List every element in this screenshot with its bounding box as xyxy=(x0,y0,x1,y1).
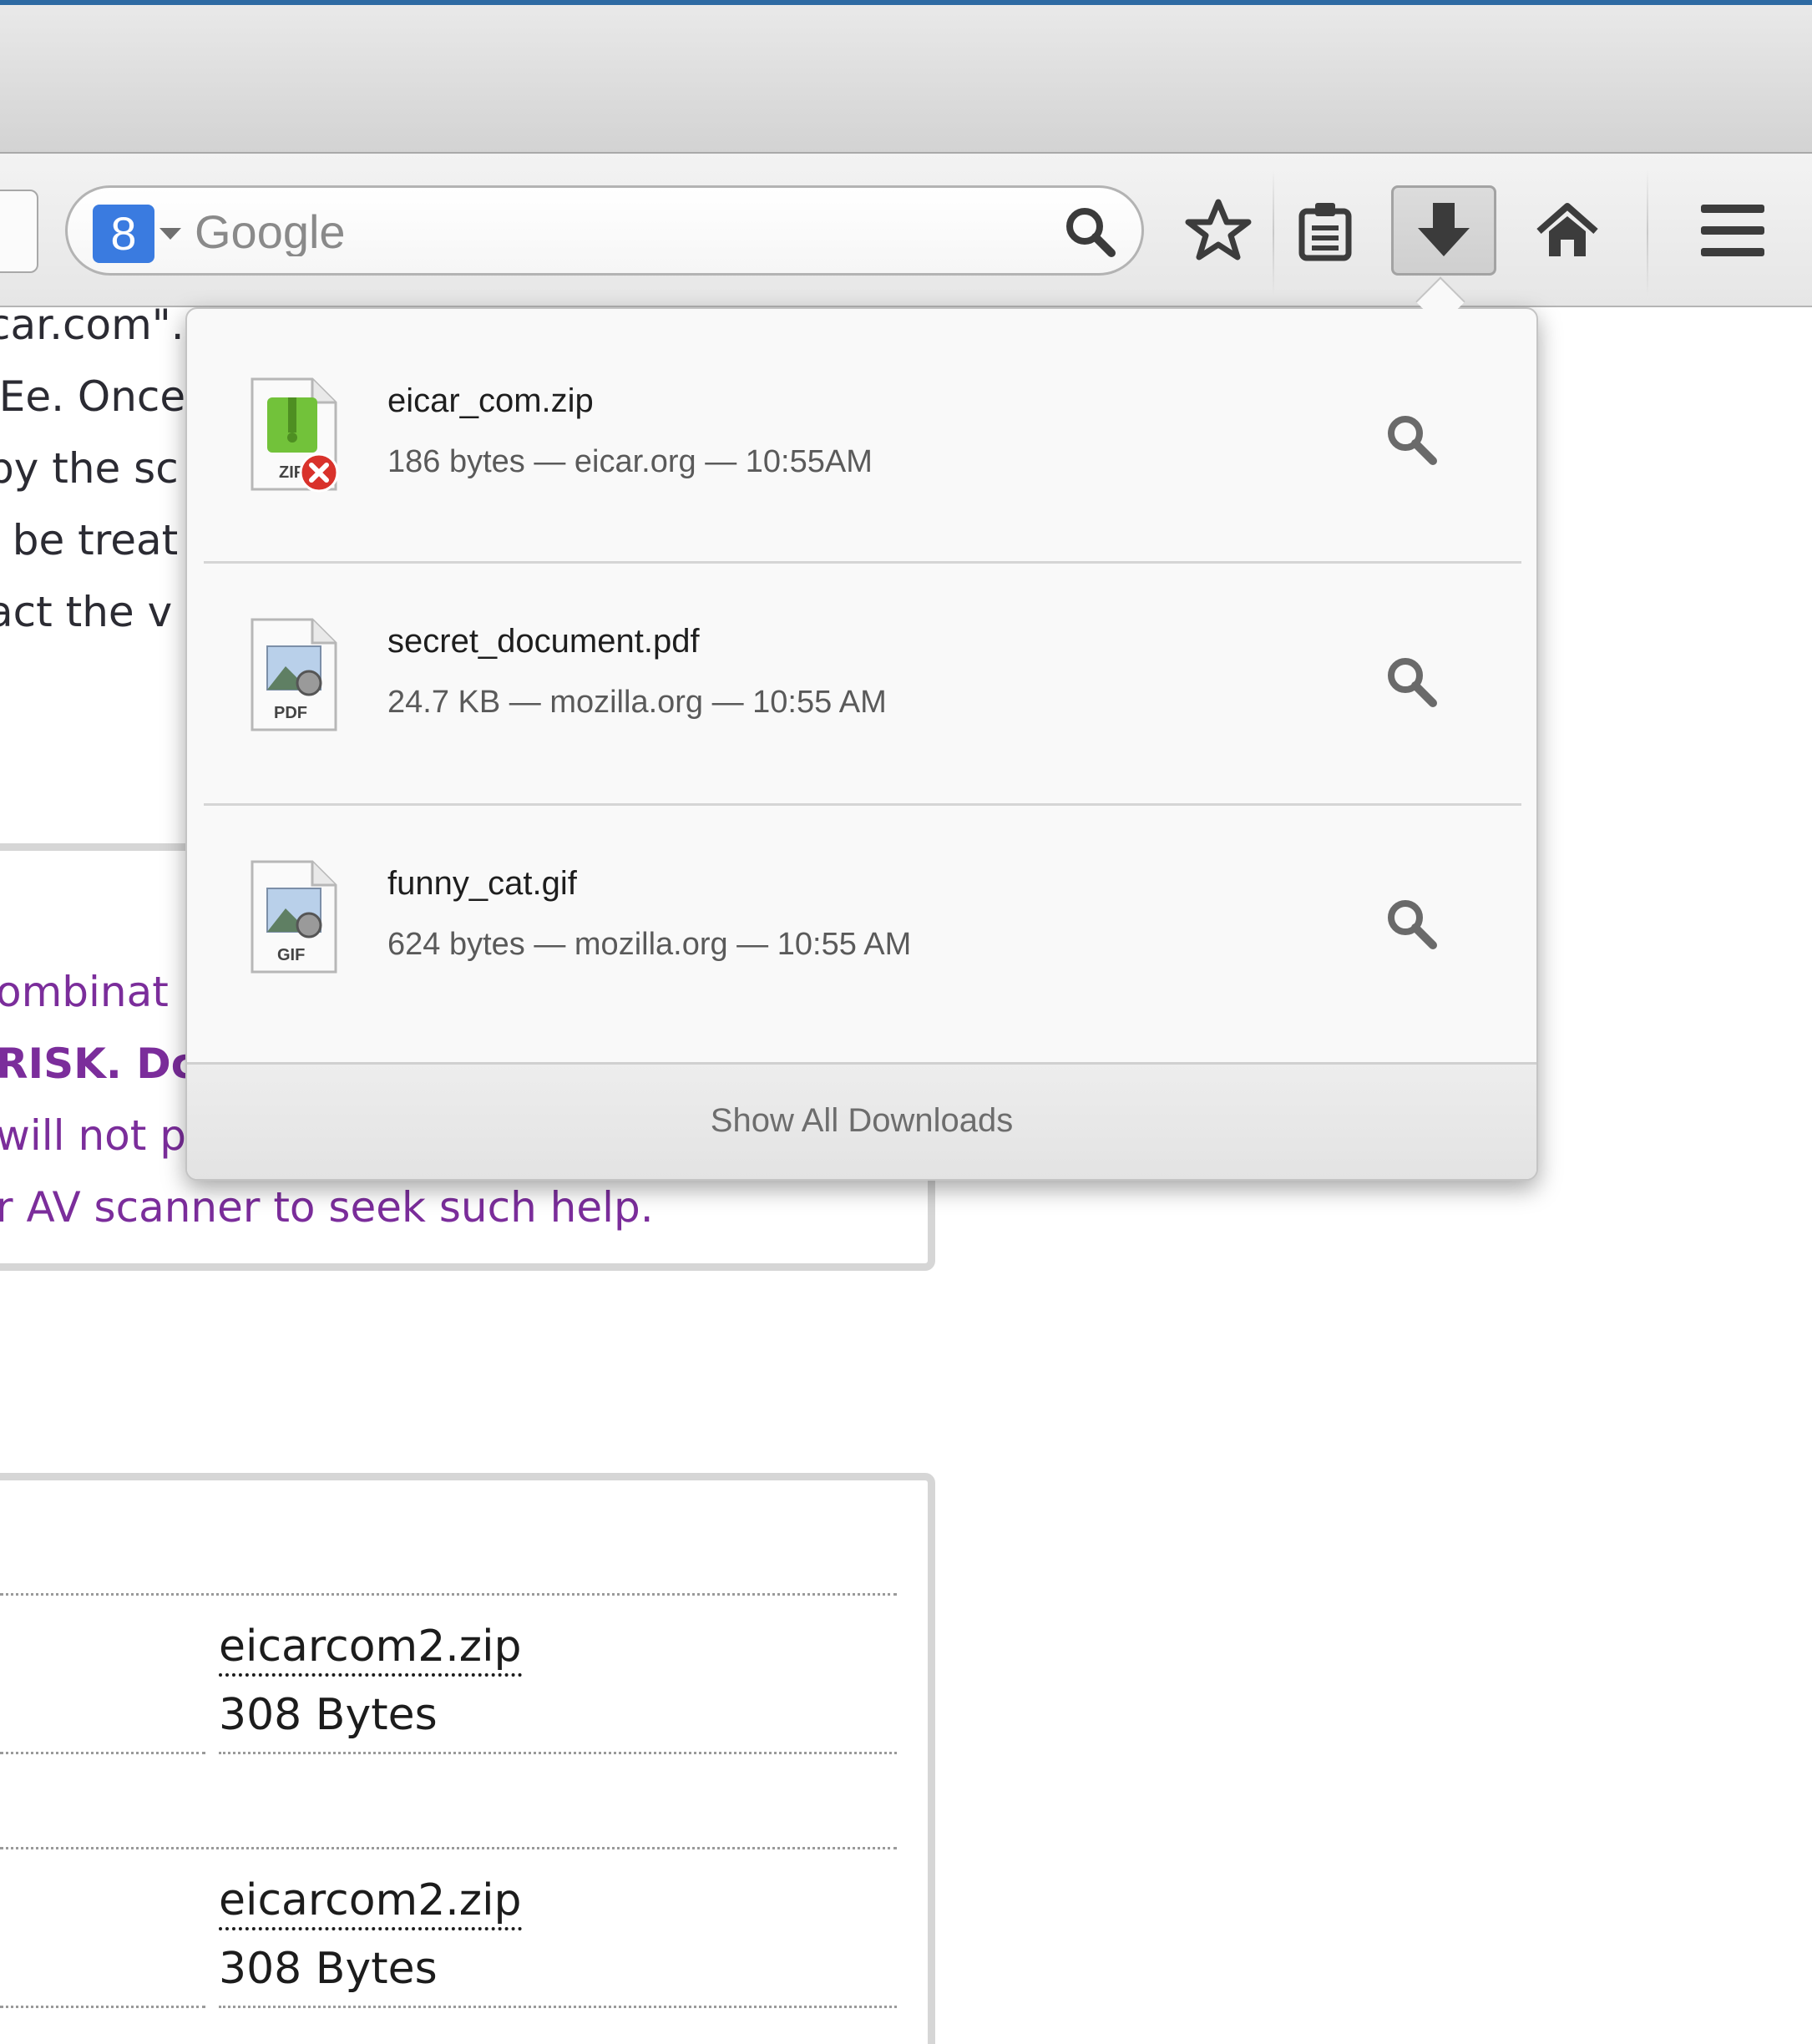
magnifier-icon[interactable] xyxy=(1061,203,1120,261)
show-in-folder-magnifier-icon[interactable] xyxy=(1383,411,1441,469)
download-item[interactable]: GIF funny_cat.gif 624 bytes — mozilla.or… xyxy=(187,793,1536,1035)
page-text-line: 'Ee. Once xyxy=(0,372,186,421)
table-divider xyxy=(0,1752,205,1754)
file-type-label: PDF xyxy=(274,704,307,722)
download-item[interactable]: ZIP eicar_com.zip 186 bytes — eicar.org … xyxy=(187,309,1536,551)
table-divider xyxy=(219,2006,897,2008)
table-divider xyxy=(0,1593,897,1596)
table-divider xyxy=(219,1752,897,1754)
engine-dropdown-caret-icon[interactable] xyxy=(159,228,181,240)
table-divider xyxy=(0,1847,897,1849)
download-meta: 186 bytes — eicar.org — 10:55AM xyxy=(387,444,873,479)
navigation-toolbar: 8 xyxy=(0,152,1812,307)
download-table-box xyxy=(0,1473,935,2044)
warning-text-line: ombinat xyxy=(0,968,169,1016)
file-download-link[interactable]: eicarcom2.zip xyxy=(219,1620,522,1677)
download-file-name: secret_document.pdf xyxy=(387,623,700,660)
gif-file-icon: GIF xyxy=(251,860,337,974)
download-file-name: funny_cat.gif xyxy=(387,865,577,902)
page-text-line: act the v xyxy=(0,588,173,636)
pdf-file-icon: PDF xyxy=(251,618,337,731)
warning-text-line: r AV scanner to seek such help. xyxy=(0,1183,654,1232)
show-in-folder-magnifier-icon[interactable] xyxy=(1383,653,1441,711)
window-titlebar xyxy=(0,0,1812,152)
download-meta: 24.7 KB — mozilla.org — 10:55 AM xyxy=(387,685,887,720)
home-icon[interactable] xyxy=(1521,185,1613,276)
file-size: 308 Bytes xyxy=(219,1690,438,1740)
warning-text-line: will not p xyxy=(0,1111,186,1160)
file-download-link[interactable]: eicarcom2.zip xyxy=(219,1874,522,1930)
toolbar-separator xyxy=(1273,170,1274,296)
show-in-folder-magnifier-icon[interactable] xyxy=(1383,895,1441,954)
google-icon[interactable]: 8 xyxy=(93,205,154,263)
url-bar[interactable] xyxy=(0,190,38,273)
zip-file-blocked-icon: ZIP xyxy=(251,377,339,493)
downloads-arrow-icon xyxy=(1418,203,1470,256)
show-all-downloads-button[interactable]: Show All Downloads xyxy=(187,1062,1536,1179)
search-input[interactable] xyxy=(195,206,1013,256)
download-meta: 624 bytes — mozilla.org — 10:55 AM xyxy=(387,927,912,962)
file-type-label: GIF xyxy=(277,946,305,964)
table-divider xyxy=(0,2006,205,2008)
page-text-line: by the sc xyxy=(0,444,179,493)
warning-text-line: RISK. Dc xyxy=(0,1040,196,1088)
download-item[interactable]: PDF secret_document.pdf 24.7 KB — mozill… xyxy=(187,551,1536,793)
page-text-line: l be treat xyxy=(0,516,179,564)
screen: car.com". 'Ee. Once by the sc l be treat… xyxy=(0,0,1812,2044)
download-file-name: eicar_com.zip xyxy=(387,382,594,419)
downloads-button[interactable] xyxy=(1391,185,1496,276)
reading-list-icon[interactable] xyxy=(1279,185,1371,276)
search-bar[interactable]: 8 xyxy=(65,185,1144,276)
toolbar-separator xyxy=(1647,170,1648,296)
file-size: 308 Bytes xyxy=(219,1944,438,1994)
downloads-panel: ZIP eicar_com.zip 186 bytes — eicar.org … xyxy=(185,307,1538,1181)
hamburger-menu-icon[interactable] xyxy=(1687,185,1779,276)
bookmark-star-icon[interactable] xyxy=(1172,185,1264,276)
